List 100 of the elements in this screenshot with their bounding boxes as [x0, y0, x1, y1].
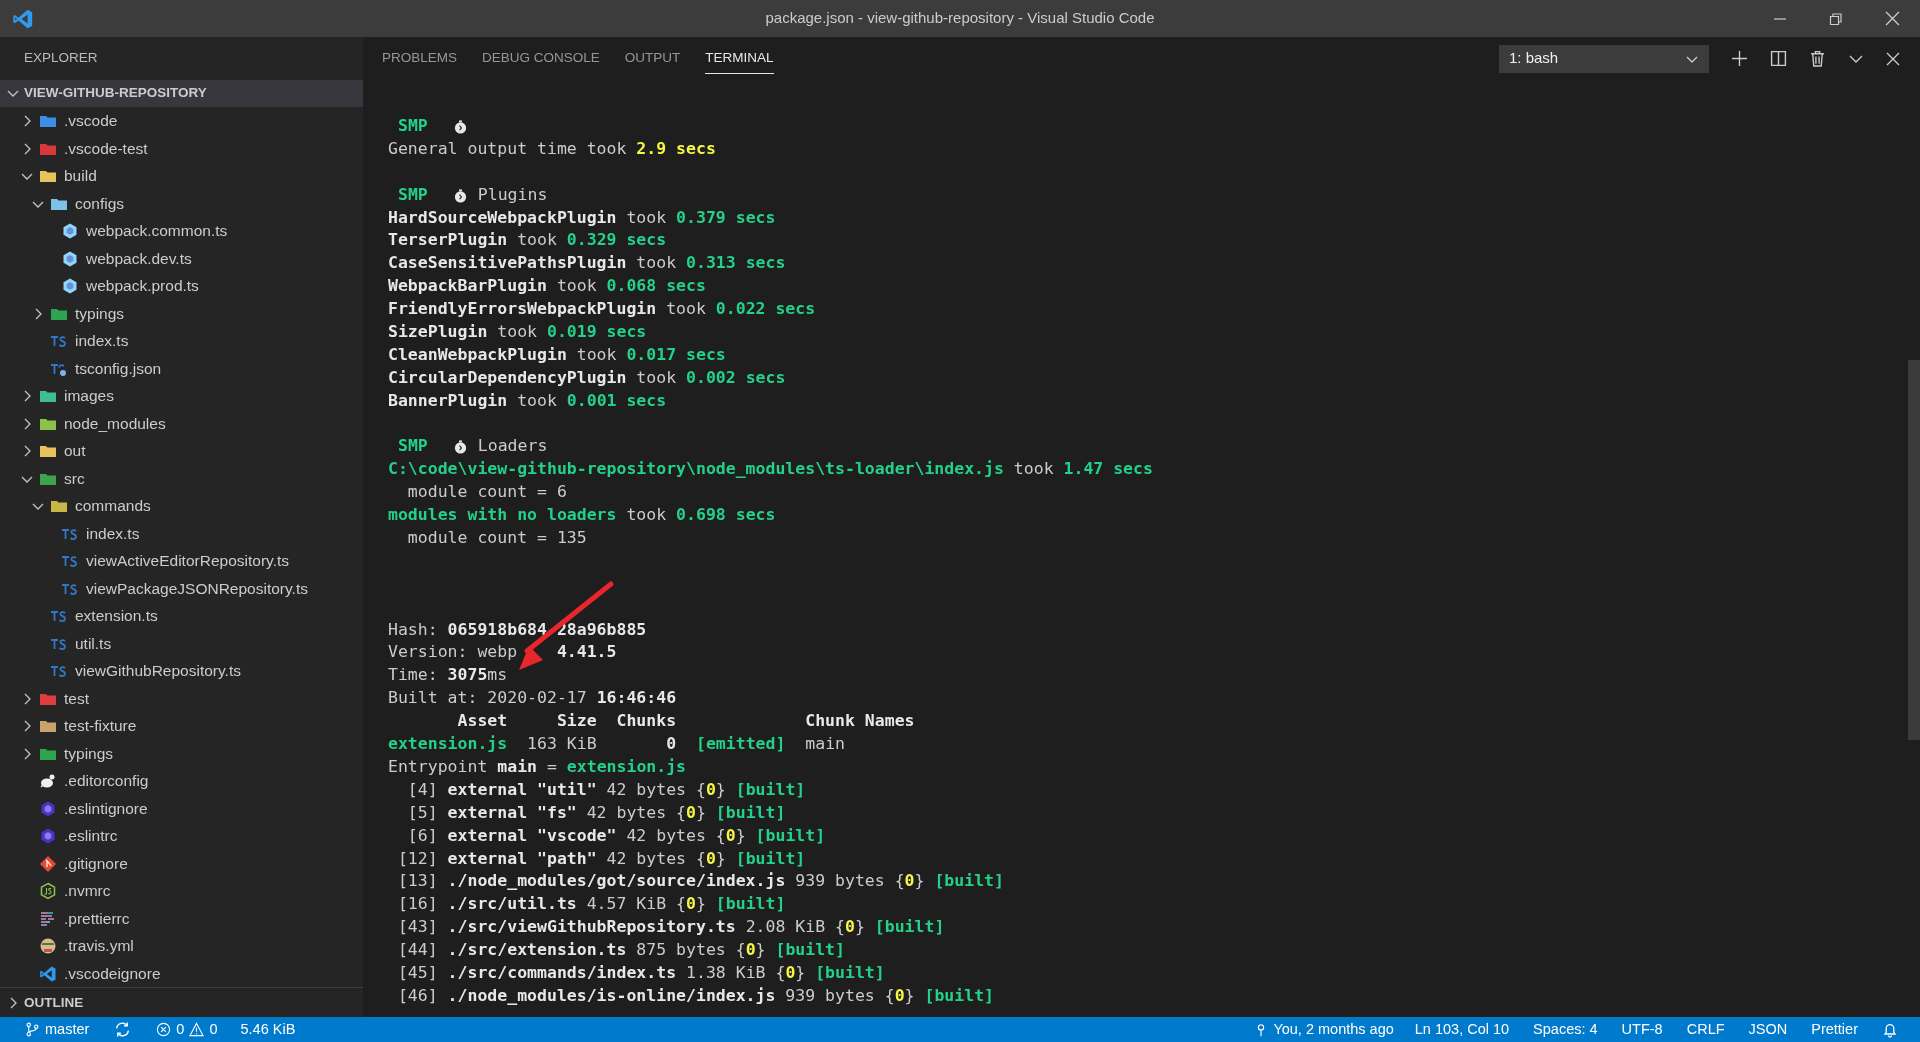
problems-button[interactable]: 0 0 [149, 1018, 225, 1041]
terminal-line: BannerPlugin took 0.001 secs [388, 389, 667, 412]
eslint-file-icon [39, 799, 57, 818]
terminal-line: [16] ./src/util.ts 4.57 KiB {0} [built] [396, 893, 786, 916]
terminal-line: [44] ./src/extension.ts 875 bytes {0} [built] [396, 939, 845, 962]
file-name[interactable]: build [64, 164, 97, 188]
file-name[interactable]: .editorconfig [64, 769, 149, 793]
terminal-line: Entrypoint main = extension.js [388, 755, 687, 778]
terminal-line: General output time took 2.9 secs [388, 137, 716, 160]
file-name[interactable]: .vscode [64, 109, 118, 133]
file-name[interactable]: test-fixture [64, 714, 137, 738]
terminal-line: WebpackBarPlugin took 0.068 secs [388, 275, 706, 298]
trash-icon[interactable] [1809, 50, 1826, 67]
file-name[interactable]: out [64, 439, 86, 463]
terminal-line: Hash: 065918b684 28a96b885 [388, 618, 647, 641]
panel-tab[interactable]: DEBUG CONSOLE [482, 43, 600, 74]
outline-header[interactable]: OUTLINE [0, 987, 363, 1017]
file-name[interactable]: .eslintrc [64, 824, 118, 848]
file-name[interactable]: images [64, 384, 114, 408]
status-item[interactable]: Spaces: 4 [1523, 1018, 1608, 1041]
status-item[interactable]: JSON [1738, 1018, 1798, 1041]
file-name[interactable]: .eslintignore [64, 796, 148, 821]
file-name[interactable]: src [64, 466, 85, 491]
file-name[interactable]: tsconfig.json [75, 356, 162, 381]
app-logo-icon [12, 7, 34, 30]
terminal-line: Built at: 2020-02-17 16:46:46 [388, 687, 677, 710]
hexagon-file-icon [61, 249, 79, 268]
file-name[interactable]: webpack.dev.ts [86, 246, 192, 271]
terminal-line: CleanWebpackPlugin took 0.017 secs [388, 343, 726, 366]
terminal-select[interactable]: 1: bash [1499, 44, 1709, 73]
file-name[interactable]: .vscode-test [64, 136, 148, 161]
panel-tab[interactable]: TERMINAL [705, 43, 774, 74]
close-icon[interactable] [1886, 51, 1900, 66]
panel-tab[interactable]: PROBLEMS [382, 43, 458, 74]
lines-file-icon [39, 909, 57, 928]
split-icon[interactable] [1770, 50, 1787, 67]
file-name[interactable]: webpack.common.ts [86, 219, 228, 243]
status-item[interactable]: CRLF [1676, 1018, 1735, 1041]
file-name[interactable]: .nvmrc [64, 879, 111, 903]
workspace-header[interactable]: VIEW-GITHUB-REPOSITORY [0, 79, 363, 108]
file-name[interactable]: .prettierrc [64, 906, 130, 931]
file-name[interactable]: extension.ts [75, 604, 158, 628]
stopwatch-icon [452, 118, 468, 134]
scrollbar-thumb[interactable] [1908, 360, 1920, 740]
stopwatch-icon [452, 187, 468, 203]
branch-icon [25, 1022, 40, 1037]
file-name[interactable]: .vscodeignore [64, 961, 161, 986]
stopwatch-icon [452, 439, 468, 455]
status-item[interactable]: Prettier [1801, 1018, 1868, 1041]
git-file-icon [39, 854, 57, 873]
file-name[interactable]: util.ts [75, 631, 112, 656]
eslint-file-icon [39, 827, 57, 846]
close-icon[interactable] [1884, 11, 1900, 26]
file-name[interactable]: .gitignore [64, 851, 128, 876]
file-name[interactable]: node_modules [64, 411, 166, 436]
terminal-line: [5] external "fs" 42 bytes {0} [built] [406, 801, 786, 824]
bell-icon[interactable] [1882, 1021, 1898, 1038]
file-size: 5.46 KiB [239, 1019, 297, 1039]
status-item[interactable]: UTF-8 [1611, 1018, 1673, 1041]
terminal-line: Asset Size Chunks Chunk Names [456, 710, 915, 733]
status-item[interactable]: Ln 103, Col 10 [1404, 1018, 1520, 1041]
file-name[interactable]: .travis.yml [64, 934, 134, 958]
terminal-text: Plugins [477, 183, 548, 206]
plus-icon[interactable] [1731, 50, 1748, 67]
file-name[interactable]: viewActiveEditorRepository.ts [86, 549, 289, 573]
branch-button[interactable]: master [18, 1018, 97, 1041]
node-file-icon [39, 882, 57, 901]
file-name[interactable]: test [64, 686, 89, 711]
terminal-line: [45] ./src/commands/index.ts 1.38 KiB {0} [built] [396, 961, 885, 984]
file-name[interactable]: configs [75, 191, 125, 216]
restore-icon[interactable] [1829, 11, 1843, 26]
terminal-line: C:\code\view-github-repository\node_modules\ts-loader\index.js took 1.47 secs [388, 458, 1153, 481]
file-name[interactable]: commands [75, 494, 151, 518]
file-name[interactable]: viewGithubRepository.ts [75, 659, 241, 683]
terminal-text: SMP [398, 115, 428, 137]
terminal-text: SMP [398, 435, 428, 458]
blame-button[interactable]: You, 2 months ago [1247, 1018, 1401, 1041]
terminal-line: CircularDependencyPlugin took 0.002 secs [388, 366, 786, 389]
terminal-line: TerserPlugin took 0.329 secs [388, 229, 667, 252]
terminal-text: Loaders [477, 435, 548, 458]
terminal-line: extension.js 163 KiB 0 [emitted] main [388, 733, 845, 756]
sync-icon[interactable] [114, 1021, 132, 1038]
hexagon-file-icon [61, 222, 79, 241]
terminal-text: SMP [398, 183, 428, 206]
terminal-line: [46] ./node_modules/is-online/index.js 939 bytes {0} [built] [396, 984, 994, 1007]
panel-tab[interactable]: OUTPUT [624, 43, 681, 74]
window-title: package.json - view-github-repository - Visual Studio Code [765, 8, 1155, 29]
app-logo-icon [39, 964, 57, 983]
terminal-line: HardSourceWebpackPlugin took 0.379 secs [388, 206, 776, 229]
file-name[interactable]: index.ts [75, 329, 129, 353]
file-name[interactable]: webpack.prod.ts [86, 274, 199, 298]
file-name[interactable]: typings [64, 741, 114, 766]
file-name[interactable]: index.ts [86, 521, 140, 546]
terminal-line: [43] ./src/viewGithubRepository.ts 2.08 KiB {0} [built] [396, 916, 945, 939]
terminal-line: FriendlyErrorsWebpackPlugin took 0.022 secs [388, 298, 816, 321]
terminal-line: module count = 6 [406, 481, 567, 504]
file-name[interactable]: typings [75, 301, 125, 326]
error-icon [156, 1022, 172, 1037]
file-name[interactable]: viewPackageJSONRepository.ts [86, 576, 308, 601]
terminal-line: Time: 3075ms [388, 664, 508, 687]
